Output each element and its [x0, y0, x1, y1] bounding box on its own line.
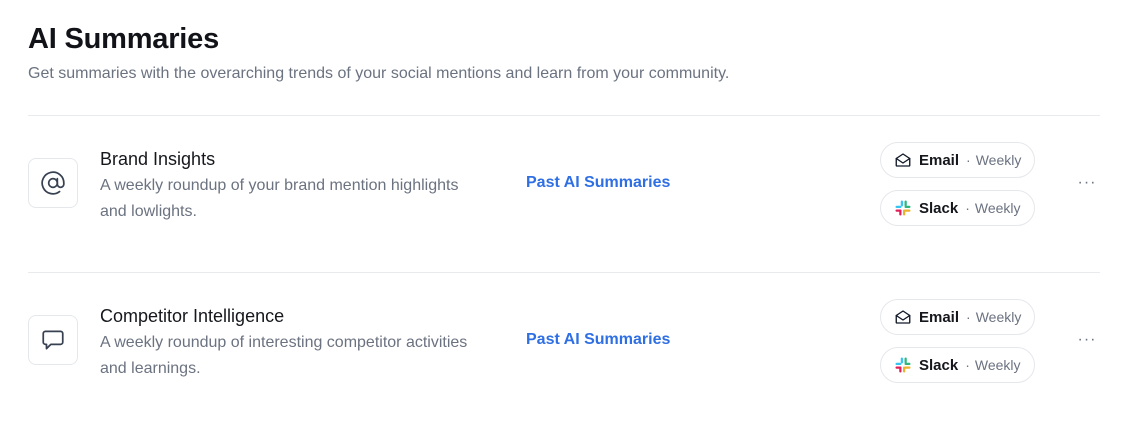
channel-name: Slack: [919, 199, 959, 217]
summary-text: Brand Insights A weekly roundup of your …: [100, 147, 480, 225]
slack-channel-chip[interactable]: Slack · Weekly: [880, 190, 1035, 226]
page-subtitle: Get summaries with the overarching trend…: [28, 65, 730, 82]
summary-description: A weekly roundup of interesting competit…: [100, 334, 468, 377]
channel-name: Email: [919, 308, 960, 326]
past-ai-summaries-link[interactable]: Past AI Summaries: [526, 329, 670, 351]
separator-dot: ·: [966, 309, 971, 325]
speech-bubble-icon: [28, 315, 78, 365]
slack-channel-chip[interactable]: Slack · Weekly: [880, 347, 1035, 383]
more-options-button[interactable]: ···: [1074, 329, 1100, 351]
summary-row-brand-insights: Brand Insights A weekly roundup of your …: [28, 116, 1100, 272]
summary-description: A weekly roundup of your brand mention h…: [100, 177, 459, 220]
more-options-button[interactable]: ···: [1074, 172, 1100, 194]
summary-row-competitor-intelligence: Competitor Intelligence A weekly roundup…: [28, 273, 1100, 429]
page-title: AI Summaries: [28, 23, 220, 55]
envelope-open-icon: [893, 307, 913, 327]
email-channel-chip[interactable]: Email · Weekly: [880, 299, 1036, 335]
summary-title: Competitor Intelligence: [100, 306, 285, 326]
email-channel-chip[interactable]: Email · Weekly: [880, 142, 1036, 178]
summary-text: Competitor Intelligence A weekly roundup…: [100, 304, 480, 382]
channel-name: Email: [919, 151, 960, 169]
channel-frequency: Weekly: [975, 309, 1022, 325]
channel-frequency: Weekly: [975, 152, 1022, 168]
ai-summaries-page: AI Summaries Get summaries with the over…: [28, 20, 1100, 429]
summary-title: Brand Insights: [100, 149, 216, 169]
separator-dot: ·: [965, 357, 970, 373]
past-ai-summaries-link[interactable]: Past AI Summaries: [526, 172, 670, 194]
channel-frequency: Weekly: [974, 200, 1021, 216]
channel-name: Slack: [919, 356, 959, 374]
channel-frequency: Weekly: [974, 357, 1021, 373]
at-sign-icon: [28, 158, 78, 208]
separator-dot: ·: [965, 200, 970, 216]
slack-logo-icon: [893, 198, 913, 218]
slack-logo-icon: [893, 355, 913, 375]
separator-dot: ·: [966, 152, 971, 168]
envelope-open-icon: [893, 150, 913, 170]
